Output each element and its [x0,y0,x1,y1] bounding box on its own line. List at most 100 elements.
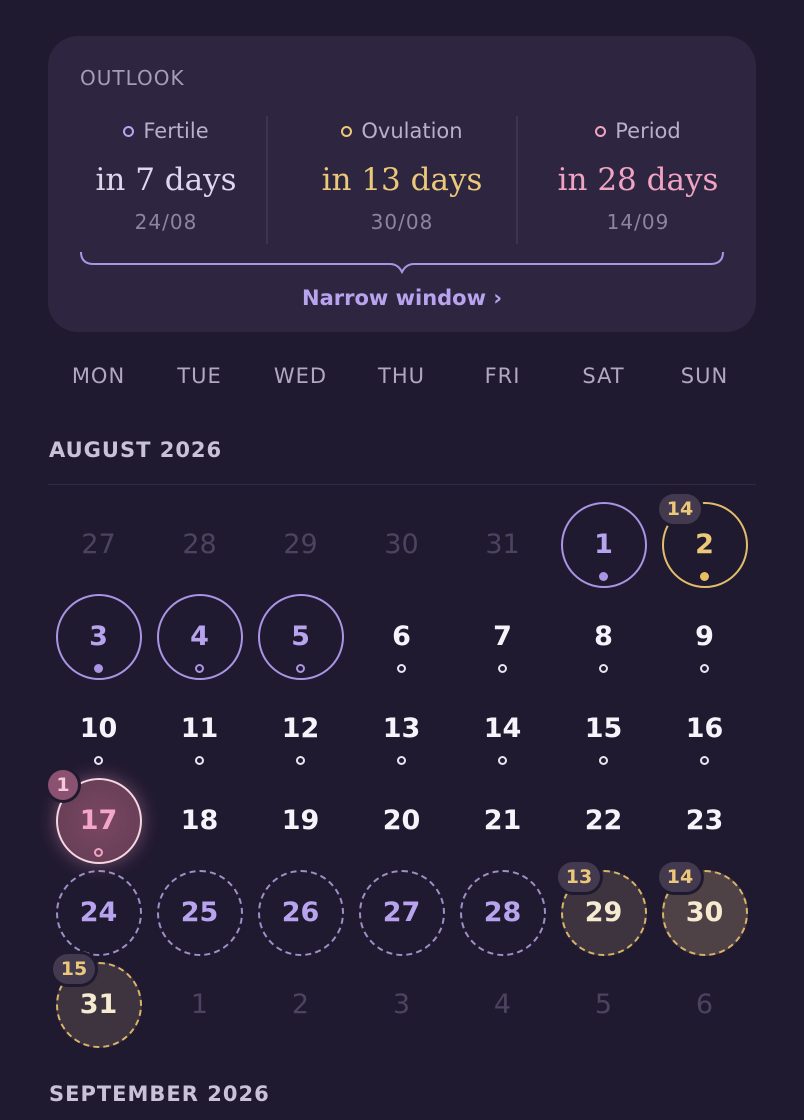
calendar-day[interactable]: 25 [149,867,250,959]
calendar-day[interactable]: 4 [149,591,250,683]
day-number: 30 [384,529,419,560]
ovulation-label: Ovulation [361,119,463,143]
fertile-column[interactable]: Fertile in 7 days 24/08 [48,116,284,248]
calendar-day[interactable]: 22 [553,775,654,867]
calendar-day[interactable]: 17 1 [48,770,149,867]
column-divider [266,116,268,244]
calendar-day[interactable]: 2 14 [654,494,755,591]
calendar-day[interactable]: 3 [48,591,149,683]
day-number: 18 [180,805,219,836]
calendar-day: 4 [452,959,553,1051]
calendar-day[interactable]: 16 [654,683,755,775]
day-number: 8 [594,621,613,652]
weekday-sun: SUN [680,364,729,388]
month-divider [48,484,756,485]
calendar-day[interactable]: 27 [351,867,452,959]
day-indicator-dot [296,756,305,765]
cycle-day-badge: 1 [48,770,78,800]
period-ring-icon [595,125,607,137]
fertile-label: Fertile [143,119,209,143]
day-number: 16 [685,713,724,744]
calendar-day[interactable]: 6 [351,591,452,683]
weekday-wed: WED [273,364,328,388]
calendar-day[interactable]: 31 15 [48,954,149,1051]
calendar-day[interactable]: 1 [553,499,654,591]
weekday-mon: MON [71,364,126,388]
calendar-day: 6 [654,959,755,1051]
fertile-countdown: in 7 days [95,162,237,198]
calendar-day[interactable]: 24 [48,867,149,959]
weekday-tue: TUE [177,364,222,388]
calendar-day[interactable]: 13 [351,683,452,775]
day-number: 28 [483,897,522,928]
weekday-fri: FRI [484,364,521,388]
calendar-day[interactable]: 29 13 [553,862,654,959]
day-number: 5 [594,989,613,1020]
day-number: 31 [485,529,520,560]
period-label: Period [615,119,681,143]
day-number: 31 [79,989,118,1020]
period-countdown: in 28 days [557,162,719,198]
calendar-day[interactable]: 20 [351,775,452,867]
cycle-day-badge: 15 [53,954,95,984]
calendar-day[interactable]: 18 [149,775,250,867]
calendar-day[interactable]: 21 [452,775,553,867]
day-number: 1 [594,529,613,560]
day-number: 5 [291,621,310,652]
day-indicator-dot [599,572,608,581]
day-number: 6 [392,621,411,652]
calendar-day[interactable]: 10 [48,683,149,775]
day-number: 25 [180,897,219,928]
weekday-sat: SAT [582,364,625,388]
day-number: 6 [695,989,714,1020]
day-indicator-dot [700,756,709,765]
calendar-day[interactable]: 26 [250,867,351,959]
calendar-day: 29 [250,499,351,591]
day-indicator-dot [94,664,103,673]
period-column[interactable]: Period in 28 days 14/09 [520,116,756,248]
period-date: 14/09 [606,210,670,234]
day-number: 3 [89,621,108,652]
cycle-day-badge: 14 [659,862,701,892]
calendar-day[interactable]: 19 [250,775,351,867]
day-number: 26 [281,897,320,928]
calendar-day[interactable]: 30 14 [654,862,755,959]
day-number: 7 [493,621,512,652]
month-label-september: SEPTEMBER 2026 [49,1082,270,1106]
calendar-day[interactable]: 8 [553,591,654,683]
narrow-window-link[interactable]: Narrow window › [48,286,756,310]
calendar-day: 1 [149,959,250,1051]
day-number: 19 [281,805,320,836]
day-number: 29 [584,897,623,928]
calendar-day[interactable]: 23 [654,775,755,867]
day-number: 20 [382,805,421,836]
day-number: 2 [695,529,714,560]
fertile-ring-icon [123,125,135,137]
column-divider [516,116,518,244]
day-number: 4 [190,621,209,652]
day-indicator-dot [700,572,709,581]
ovulation-ring-icon [341,125,353,137]
day-indicator-dot [498,664,507,673]
calendar-day[interactable]: 15 [553,683,654,775]
day-number: 27 [81,529,116,560]
calendar-day[interactable]: 7 [452,591,553,683]
day-indicator-dot [94,848,103,857]
calendar-day[interactable]: 11 [149,683,250,775]
calendar-day[interactable]: 5 [250,591,351,683]
day-number: 11 [180,713,219,744]
day-number: 23 [685,805,724,836]
day-number: 24 [79,897,118,928]
calendar-day[interactable]: 12 [250,683,351,775]
ovulation-column[interactable]: Ovulation in 13 days 30/08 [284,116,520,248]
calendar-day[interactable]: 9 [654,591,755,683]
day-number: 15 [584,713,623,744]
cycle-day-badge: 14 [659,494,701,524]
weekday-thu: THU [378,364,425,388]
calendar-day[interactable]: 14 [452,683,553,775]
calendar-day: 30 [351,499,452,591]
day-number: 14 [483,713,522,744]
calendar-day[interactable]: 28 [452,867,553,959]
day-number: 27 [382,897,421,928]
day-number: 22 [584,805,623,836]
